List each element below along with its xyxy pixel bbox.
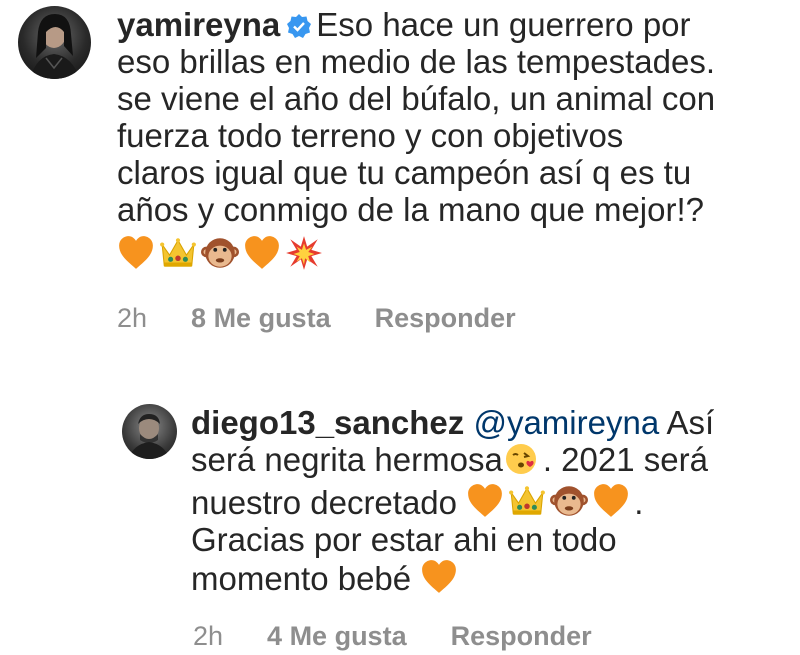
profile-photo — [128, 414, 170, 459]
comment-text: . — [634, 484, 644, 521]
likes-count-link[interactable]: 4 Me gusta — [267, 621, 407, 652]
likes-count-link[interactable]: 8 Me gusta — [191, 303, 331, 334]
monkey-face-icon — [550, 482, 588, 520]
orange-heart-icon — [420, 558, 458, 596]
comment-line-6: años y conmigo de la mano que mejor!? — [117, 191, 705, 228]
avatar-yamireyna[interactable] — [18, 6, 91, 79]
verified-badge-icon — [286, 9, 312, 38]
reply-line-5: momento bebé — [191, 558, 714, 597]
profile-photo — [30, 14, 80, 79]
mention-link[interactable]: @yamireyna — [473, 404, 659, 441]
crown-icon — [508, 482, 546, 520]
monkey-face-icon — [201, 234, 239, 272]
avatar-diego13-sanchez[interactable] — [122, 404, 177, 459]
reply-line-4: Gracias por estar ahi en todo — [191, 521, 617, 558]
collision-icon — [285, 234, 323, 272]
reply-button[interactable]: Responder — [451, 621, 592, 652]
comment-line-3: se viene el año del búfalo, un animal co… — [117, 80, 716, 117]
comment-line-1: yamireyna Eso hace un guerrero por — [117, 6, 715, 43]
comment-line-2: eso brillas en medio de las tempestades. — [117, 43, 715, 80]
comment-meta-diego13-sanchez: 2h 4 Me gusta Responder — [193, 621, 592, 652]
comment-yamireyna: yamireyna Eso hace un guerrero por eso br… — [117, 6, 715, 273]
reply-line-3: nuestro decretado . — [191, 482, 714, 521]
reply-button[interactable]: Responder — [375, 303, 516, 334]
orange-heart-icon — [592, 482, 630, 520]
comment-time: 2h — [117, 303, 148, 333]
username[interactable]: diego13_sanchez — [191, 404, 464, 441]
comment-text: nuestro decretado — [191, 484, 458, 521]
comment-text: Eso hace un guerrero por — [316, 6, 691, 43]
username[interactable]: yamireyna — [117, 6, 280, 43]
comment-text: Así — [666, 404, 715, 441]
orange-heart-icon — [466, 482, 504, 520]
comment-time: 2h — [193, 621, 224, 651]
emoji-row — [117, 234, 715, 273]
comment-line-4: fuerza todo terreno y con objetivos — [117, 117, 624, 154]
comment-text: momento bebé — [191, 560, 412, 597]
orange-heart-icon — [117, 234, 155, 272]
reply-line-1: diego13_sanchez @yamireyna Así — [191, 404, 714, 441]
comment-text: será negrita hermosa — [191, 441, 503, 478]
comment-text: . 2021 será — [542, 441, 708, 478]
reply-line-2: será negrita hermosa . 2021 será — [191, 441, 714, 478]
comment-diego13-sanchez: diego13_sanchez @yamireyna Así será negr… — [191, 404, 714, 597]
comment-line-5: claros igual que tu campeón así q es tu — [117, 154, 692, 191]
comment-meta-yamireyna: 2h 8 Me gusta Responder — [117, 303, 516, 334]
kissing-face-icon — [503, 441, 539, 477]
orange-heart-icon — [243, 234, 281, 272]
crown-icon — [159, 234, 197, 272]
